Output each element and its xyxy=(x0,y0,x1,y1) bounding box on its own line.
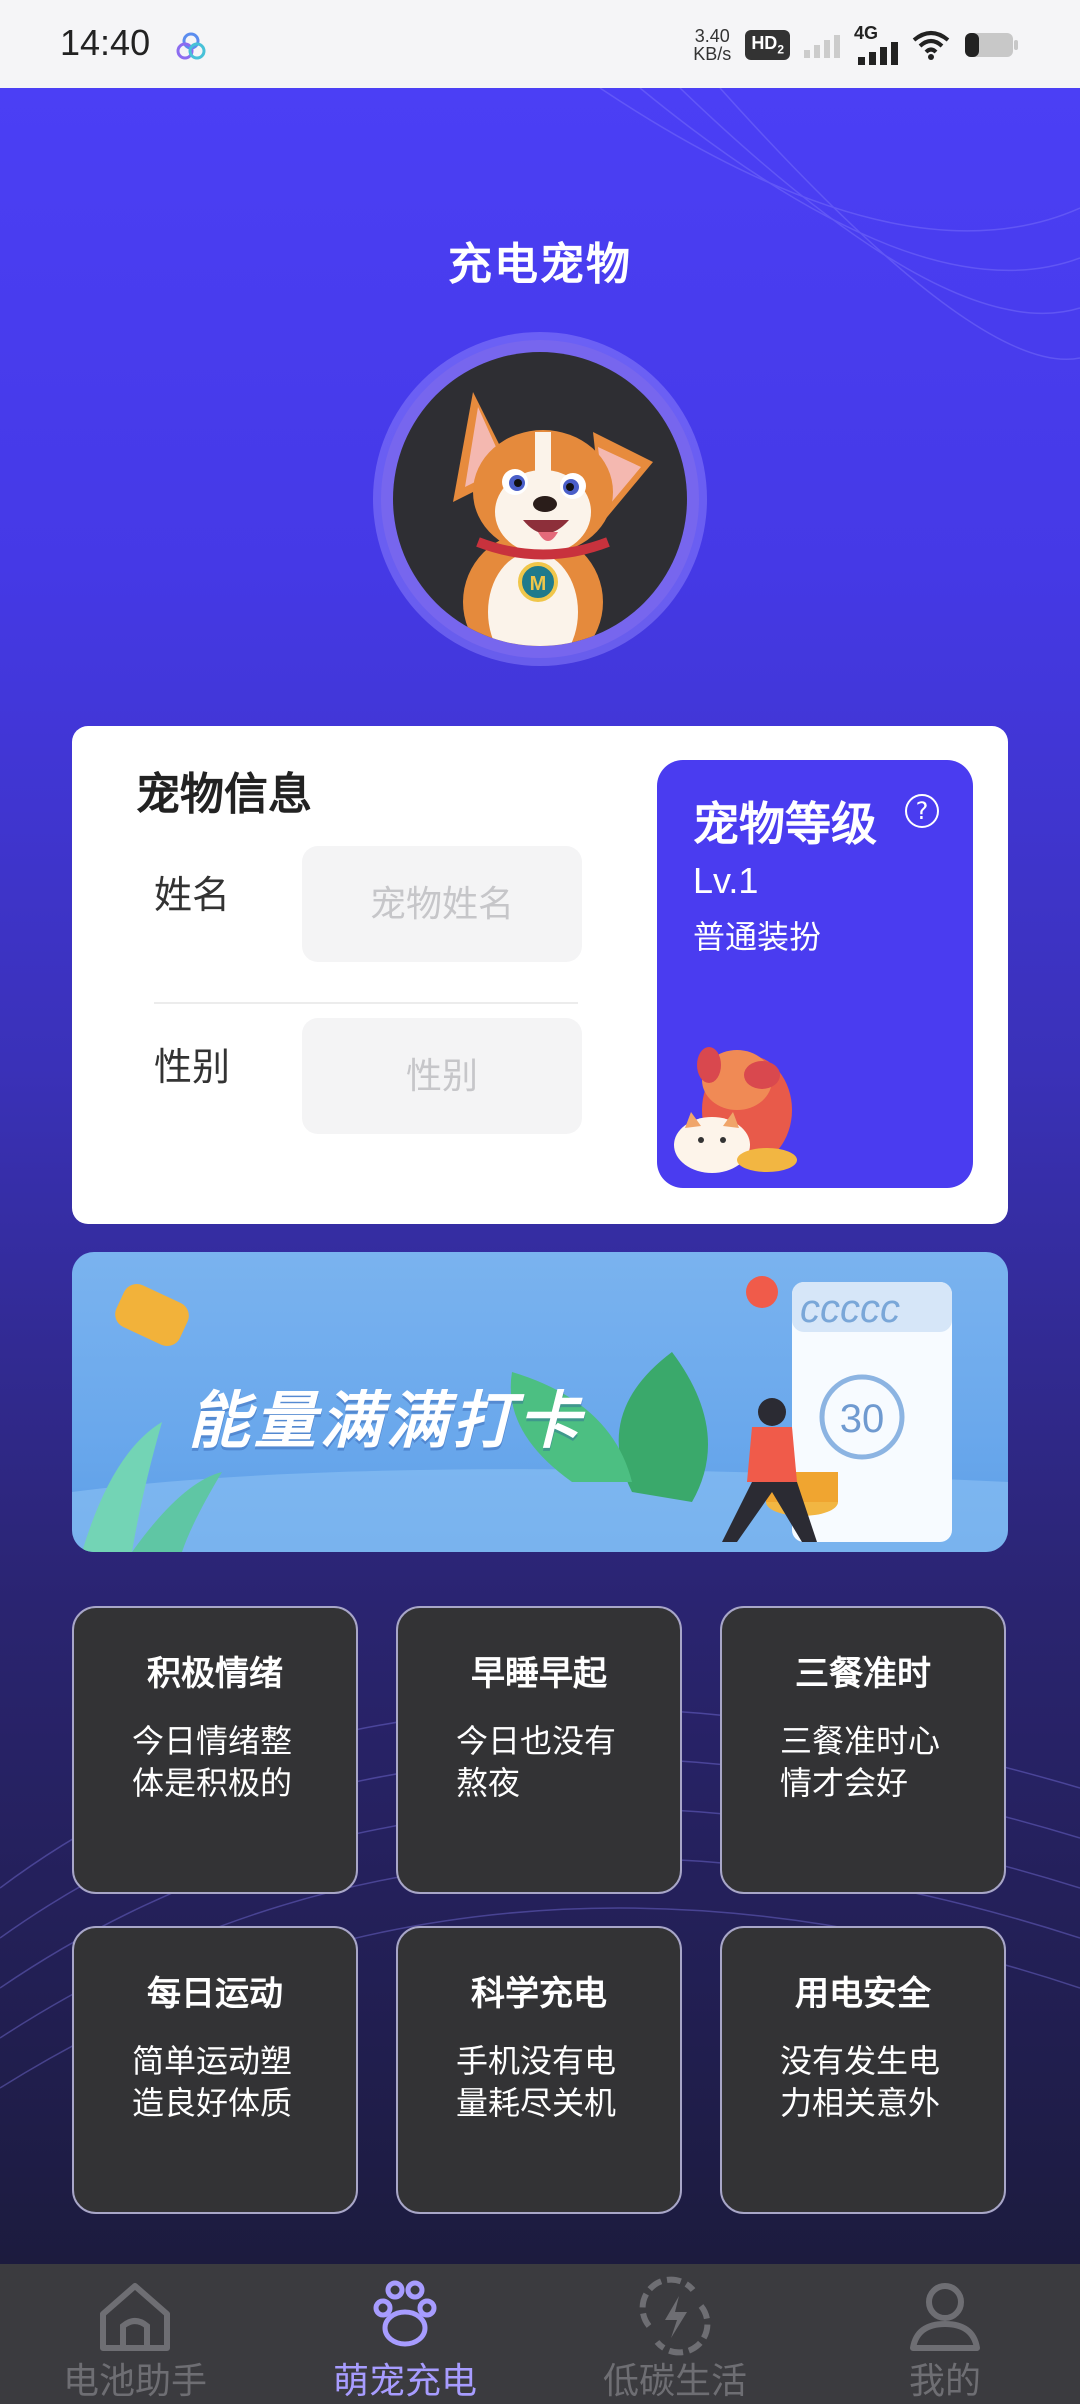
nav-label: 低碳生活 xyxy=(602,2361,747,2402)
home-icon xyxy=(100,2283,170,2351)
nav-tab-pet-charging[interactable]: 萌宠充电 xyxy=(270,2264,540,2404)
nav-label: 萌宠充电 xyxy=(332,2361,477,2402)
pet-level-card[interactable]: 宠物等级 ? Lv.1 普通装扮 xyxy=(657,760,973,1188)
network-speed: 3.40 KB/s xyxy=(693,26,732,64)
nav-tab-battery-assistant[interactable]: 电池助手 xyxy=(0,2264,270,2404)
task-card-electrical-safety[interactable]: 用电安全 没有发生电力相关意外 xyxy=(720,1926,1006,2214)
bottom-nav: 电池助手 萌宠充电 低碳生活 我的 xyxy=(0,2264,1080,2404)
wifi-icon xyxy=(912,31,950,60)
pet-info-card: 宠物信息 姓名 性别 宠物等级 ? Lv.1 普通装扮 xyxy=(72,726,1008,1224)
signal-4g-icon: 4G xyxy=(854,23,898,65)
calendar-number: 30 xyxy=(840,1397,885,1441)
pet-outfit-label: 普通装扮 xyxy=(693,918,822,956)
hd-voice-icon: HD2 xyxy=(745,30,790,60)
task-card-regular-meals[interactable]: 三餐准时 三餐准时心情才会好 xyxy=(720,1606,1006,1894)
task-card-positive-mood[interactable]: 积极情绪 今日情绪整体是积极的 xyxy=(72,1606,358,1894)
user-icon xyxy=(910,2283,980,2351)
task-title: 积极情绪 xyxy=(147,1654,283,1694)
task-title: 三餐准时 xyxy=(795,1654,931,1694)
task-description: 今日情绪整体是积极的 xyxy=(132,1722,293,1802)
eco-energy-icon xyxy=(639,2276,711,2356)
pet-level-value: Lv.1 xyxy=(693,860,759,901)
page-title: 充电宠物 xyxy=(448,239,632,290)
nav-label: 电池助手 xyxy=(62,2361,207,2402)
task-title: 早睡早起 xyxy=(471,1654,607,1694)
signal-weak-icon xyxy=(804,35,840,58)
task-title: 每日运动 xyxy=(147,1974,283,2014)
help-icon[interactable]: ? xyxy=(905,794,939,828)
svg-text:M: M xyxy=(530,573,547,595)
task-description: 三餐准时心情才会好 xyxy=(780,1722,941,1802)
task-description: 今日也没有熬夜 xyxy=(456,1722,617,1802)
corgi-illustration: M xyxy=(453,392,653,646)
check-in-banner-title: 能量满满打卡 xyxy=(188,1384,585,1457)
field-divider xyxy=(154,1002,578,1004)
check-in-banner[interactable]: ccccc 30 能量满满打卡 xyxy=(72,1252,1008,1552)
pet-avatar[interactable]: M xyxy=(381,340,699,658)
app-notification-icon xyxy=(176,32,206,60)
main-content: 充电宠物 M 宠物信息 姓名 宠物姓名 性别 性别 宠物等级 ? Lv.1 普通… xyxy=(0,88,1080,2264)
nav-label: 我的 xyxy=(908,2361,981,2402)
pet-gender-input[interactable] xyxy=(302,1018,582,1134)
task-card-smart-charging[interactable]: 科学充电 手机没有电量耗尽关机 xyxy=(396,1926,682,2214)
pet-name-input[interactable] xyxy=(302,846,582,962)
status-time: 14:40 xyxy=(60,22,151,63)
task-card-early-sleep[interactable]: 早睡早起 今日也没有熬夜 xyxy=(396,1606,682,1894)
task-description: 手机没有电量耗尽关机 xyxy=(456,2042,617,2122)
gender-label: 性别 xyxy=(154,1045,231,1089)
status-bar: 14:40 3.40 KB/s HD2 4G xyxy=(0,0,1080,88)
task-description: 简单运动塑造良好体质 xyxy=(132,2042,293,2122)
nav-tab-low-carbon[interactable]: 低碳生活 xyxy=(540,2264,810,2404)
pets-illustration xyxy=(674,1047,797,1173)
pet-level-title: 宠物等级 xyxy=(693,797,877,851)
task-title: 科学充电 xyxy=(471,1974,607,2014)
paw-icon xyxy=(373,2280,437,2347)
task-card-daily-exercise[interactable]: 每日运动 简单运动塑造良好体质 xyxy=(72,1926,358,2214)
name-label: 姓名 xyxy=(154,873,231,917)
nav-tab-mine[interactable]: 我的 xyxy=(810,2264,1080,2404)
task-title: 用电安全 xyxy=(795,1974,931,2014)
task-description: 没有发生电力相关意外 xyxy=(780,2042,941,2122)
battery-icon xyxy=(965,33,1018,57)
pet-info-title: 宠物信息 xyxy=(136,769,312,820)
calendar-rings: ccccc xyxy=(800,1287,900,1331)
